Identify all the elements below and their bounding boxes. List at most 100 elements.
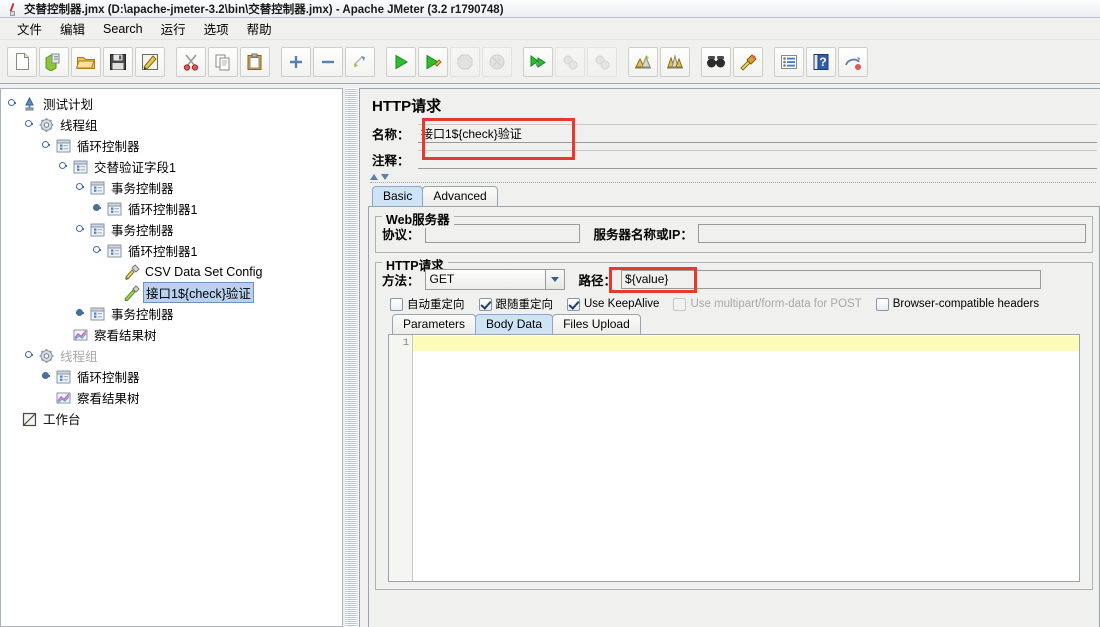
checkbox-label: Use multipart/form-data for POST [690, 298, 862, 310]
collapse-all-icon[interactable] [313, 46, 343, 77]
comment-input[interactable] [418, 149, 1097, 169]
checkbox-box[interactable] [478, 297, 492, 311]
tab-advanced[interactable]: Advanced [422, 186, 498, 206]
tree-toggle-handle-icon[interactable] [42, 371, 53, 382]
browser-compatible-headers-checkbox[interactable]: Browser-compatible headers [875, 297, 1039, 311]
method-path-row: 方法： GET 路径： [382, 267, 1086, 293]
test-plan-tree[interactable]: 测试计划 线程组 循环控制器 交替验证字段1 事务控制器 循环控制器1 事务控制器 循环控制器… [1, 89, 342, 429]
comment-field-row: 注释： [360, 146, 1100, 172]
expand-all-icon[interactable] [281, 46, 311, 77]
undo-redo-icon[interactable] [838, 46, 868, 77]
checkbox-box[interactable] [567, 297, 580, 311]
stop-icon [450, 46, 480, 77]
start-no-timers-icon[interactable] [418, 46, 448, 77]
templates-icon[interactable] [39, 46, 69, 77]
element-editor-pane: HTTP请求 名称： 注释： Basic Advanced [359, 88, 1100, 627]
chevron-down-icon[interactable] [544, 269, 564, 289]
tree-node[interactable]: 察看结果树 [1, 387, 342, 408]
http-sampler-icon [123, 284, 140, 301]
controller-icon [72, 159, 89, 175]
body-data-editor[interactable]: 1 [388, 334, 1080, 582]
tree-node[interactable]: 事务控制器 [1, 219, 342, 240]
tree-toggle-handle-icon[interactable] [25, 350, 36, 361]
tree-toggle-handle-icon[interactable] [25, 119, 36, 130]
tree-node-label: 接口1${check}验证 [143, 282, 254, 303]
tree-node[interactable]: 交替验证字段1 [1, 156, 342, 177]
follow-redirects-checkbox[interactable]: 跟随重定向 [478, 296, 553, 312]
name-input[interactable] [418, 123, 1097, 143]
tree-node[interactable]: CSV Data Set Config [1, 261, 342, 282]
checkbox-box[interactable] [875, 297, 889, 311]
menu-help[interactable]: 帮助 [238, 17, 281, 40]
tree-node[interactable]: 循环控制器1 [1, 198, 342, 219]
tab-basic[interactable]: Basic [372, 186, 424, 206]
tree-node[interactable]: 事务控制器 [1, 177, 342, 198]
tab-body-data[interactable]: Body Data [475, 314, 554, 334]
server-input[interactable] [697, 223, 1086, 243]
view-results-icon [55, 390, 72, 406]
editor-text-area[interactable] [413, 335, 1079, 581]
stop-remote-icon [555, 46, 585, 77]
menu-file[interactable]: 文件 [8, 17, 51, 40]
tree-toggle-handle-icon[interactable] [93, 203, 104, 214]
method-dropdown[interactable]: GET [424, 268, 565, 290]
test-plan-tree-pane[interactable]: 测试计划 线程组 循环控制器 交替验证字段1 事务控制器 循环控制器1 事务控制器 循环控制器… [0, 88, 343, 627]
checkbox-box [673, 297, 687, 311]
tree-toggle-handle-icon[interactable] [8, 98, 19, 109]
tree-toggle-handle-icon[interactable] [42, 140, 53, 151]
tree-node[interactable]: 察看结果树 [1, 324, 342, 345]
tree-node[interactable]: 线程组 [1, 114, 342, 135]
tree-node[interactable]: 工作台 [1, 408, 342, 429]
tree-node-label: CSV Data Set Config [145, 264, 263, 279]
tree-node[interactable]: 循环控制器 [1, 366, 342, 387]
basic-advanced-tabstrip: Basic Advanced [360, 186, 1100, 206]
reset-search-icon[interactable] [733, 46, 763, 77]
collapse-toggle-strip[interactable] [370, 172, 1096, 183]
tree-toggle-handle-icon[interactable] [59, 161, 70, 172]
checkbox-box[interactable] [390, 297, 403, 311]
pane-splitter[interactable] [344, 88, 358, 627]
use-keepalive-checkbox[interactable]: Use KeepAlive [567, 297, 659, 311]
copy-icon[interactable] [208, 46, 238, 77]
save-icon[interactable] [103, 46, 133, 77]
search-icon[interactable] [701, 46, 731, 77]
window-title: 交替控制器.jmx (D:\apache-jmeter-3.2\bin\交替控制… [24, 3, 504, 16]
svg-text:?: ? [819, 55, 826, 69]
tree-toggle-handle-icon[interactable] [93, 245, 104, 256]
path-input[interactable] [621, 269, 1042, 289]
tab-files-upload[interactable]: Files Upload [552, 314, 641, 334]
start-remote-icon[interactable] [523, 46, 553, 77]
help-icon[interactable]: ? [806, 46, 836, 77]
title-bar: 交替控制器.jmx (D:\apache-jmeter-3.2\bin\交替控制… [0, 0, 1100, 18]
auto-redirect-checkbox[interactable]: 自动重定向 [390, 296, 465, 312]
tree-node[interactable]: 线程组 [1, 345, 342, 366]
collapse-down-icon[interactable] [381, 174, 389, 180]
clear-all-icon[interactable] [660, 46, 690, 77]
clear-icon[interactable] [628, 46, 658, 77]
toggle-icon[interactable] [345, 46, 375, 77]
tab-parameters[interactable]: Parameters [392, 314, 477, 334]
start-icon[interactable] [386, 46, 416, 77]
tree-toggle-handle-icon[interactable] [76, 308, 87, 319]
open-icon[interactable] [71, 46, 101, 77]
menu-options[interactable]: 选项 [195, 17, 238, 40]
tree-node[interactable]: 循环控制器1 [1, 240, 342, 261]
tree-node[interactable]: 接口1${check}验证 [1, 282, 342, 303]
save-as-icon[interactable] [135, 46, 165, 77]
controller-icon [89, 306, 106, 322]
paste-icon[interactable] [240, 46, 270, 77]
function-helper-icon[interactable] [774, 46, 804, 77]
menu-run[interactable]: 运行 [152, 17, 195, 40]
tree-toggle-handle-icon[interactable] [76, 224, 87, 235]
new-icon[interactable] [7, 46, 37, 77]
menu-edit[interactable]: 编辑 [51, 17, 94, 40]
tree-node[interactable]: 测试计划 [1, 93, 342, 114]
page-title: HTTP请求 [372, 98, 442, 115]
tree-toggle-handle-icon[interactable] [76, 182, 87, 193]
menu-search[interactable]: Search [94, 20, 152, 38]
collapse-up-icon[interactable] [370, 174, 378, 180]
cut-icon[interactable] [176, 46, 206, 77]
tree-node[interactable]: 循环控制器 [1, 135, 342, 156]
tree-node[interactable]: 事务控制器 [1, 303, 342, 324]
